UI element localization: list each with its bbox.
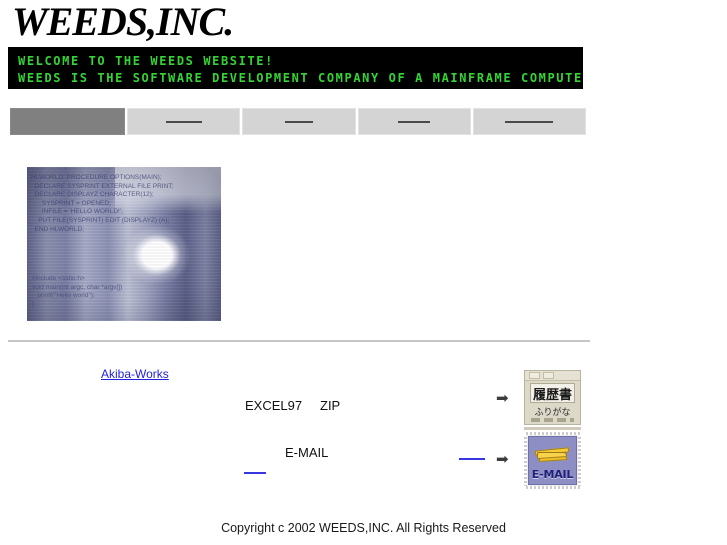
hero-image: HLWORLD: PROCEDURE OPTIONS(MAIN); DECLAR… bbox=[27, 167, 221, 321]
section-divider bbox=[8, 340, 590, 342]
resume-icon-tab-1 bbox=[529, 372, 540, 379]
nav-item-4[interactable] bbox=[357, 108, 471, 135]
link-stub-left[interactable] bbox=[244, 472, 266, 474]
nav-item-5[interactable] bbox=[472, 108, 586, 135]
email-label: E-MAIL bbox=[285, 445, 329, 460]
biplane-lower-wing-icon bbox=[538, 456, 568, 462]
main-navigation bbox=[10, 108, 586, 135]
welcome-banner: WELCOME TO THE WEEDS WEBSITE! WEEDS IS T… bbox=[8, 47, 583, 89]
nav-item-3[interactable] bbox=[242, 108, 356, 135]
link-stub-right[interactable] bbox=[459, 458, 485, 460]
arrow-right-icon-email: ➡ bbox=[496, 450, 509, 468]
banner-line-2: WEEDS IS THE SOFTWARE DEVELOPMENT COMPAN… bbox=[8, 70, 583, 86]
arrow-right-icon-resume: ➡ bbox=[496, 389, 509, 407]
resume-icon-shadow bbox=[524, 427, 581, 430]
zip-format-label: ZIP bbox=[320, 398, 341, 413]
resume-icon-tabs bbox=[525, 371, 580, 381]
resume-icon-tab-2 bbox=[543, 372, 554, 379]
nav-item-3-label bbox=[284, 120, 313, 123]
email-stamp-label: E-MAIL bbox=[531, 468, 574, 481]
nav-item-5-label bbox=[505, 120, 554, 123]
nav-item-2[interactable] bbox=[127, 108, 241, 135]
resume-icon-subtitle: ふりがな bbox=[534, 408, 571, 418]
page-title: WEEDS,INC. bbox=[12, 0, 234, 44]
akiba-works-link[interactable]: Akiba-Works bbox=[101, 367, 169, 381]
nav-item-4-label bbox=[398, 120, 431, 123]
banner-line-1: WELCOME TO THE WEEDS WEBSITE! bbox=[18, 54, 274, 68]
email-stamp-icon[interactable]: E-MAIL bbox=[524, 432, 581, 489]
nav-item-home[interactable] bbox=[10, 108, 126, 135]
resume-icon-title: 履歴書 bbox=[530, 383, 575, 403]
resume-icon-rules bbox=[531, 418, 574, 422]
nav-item-2-label bbox=[165, 120, 202, 123]
hero-code-lower: #include <stdio.h> void main(int argc, c… bbox=[32, 275, 123, 308]
copyright-footer: Copyright c 2002 WEEDS,INC. All Rights R… bbox=[221, 521, 506, 535]
banner-line-2-text: WEEDS IS THE SOFTWARE DEVELOPMENT COMPAN… bbox=[18, 71, 583, 85]
stamp-artwork: E-MAIL bbox=[528, 436, 577, 485]
resume-download-icon[interactable]: 履歴書 ふりがな bbox=[524, 370, 581, 425]
excel-format-label: EXCEL97 bbox=[245, 398, 303, 413]
